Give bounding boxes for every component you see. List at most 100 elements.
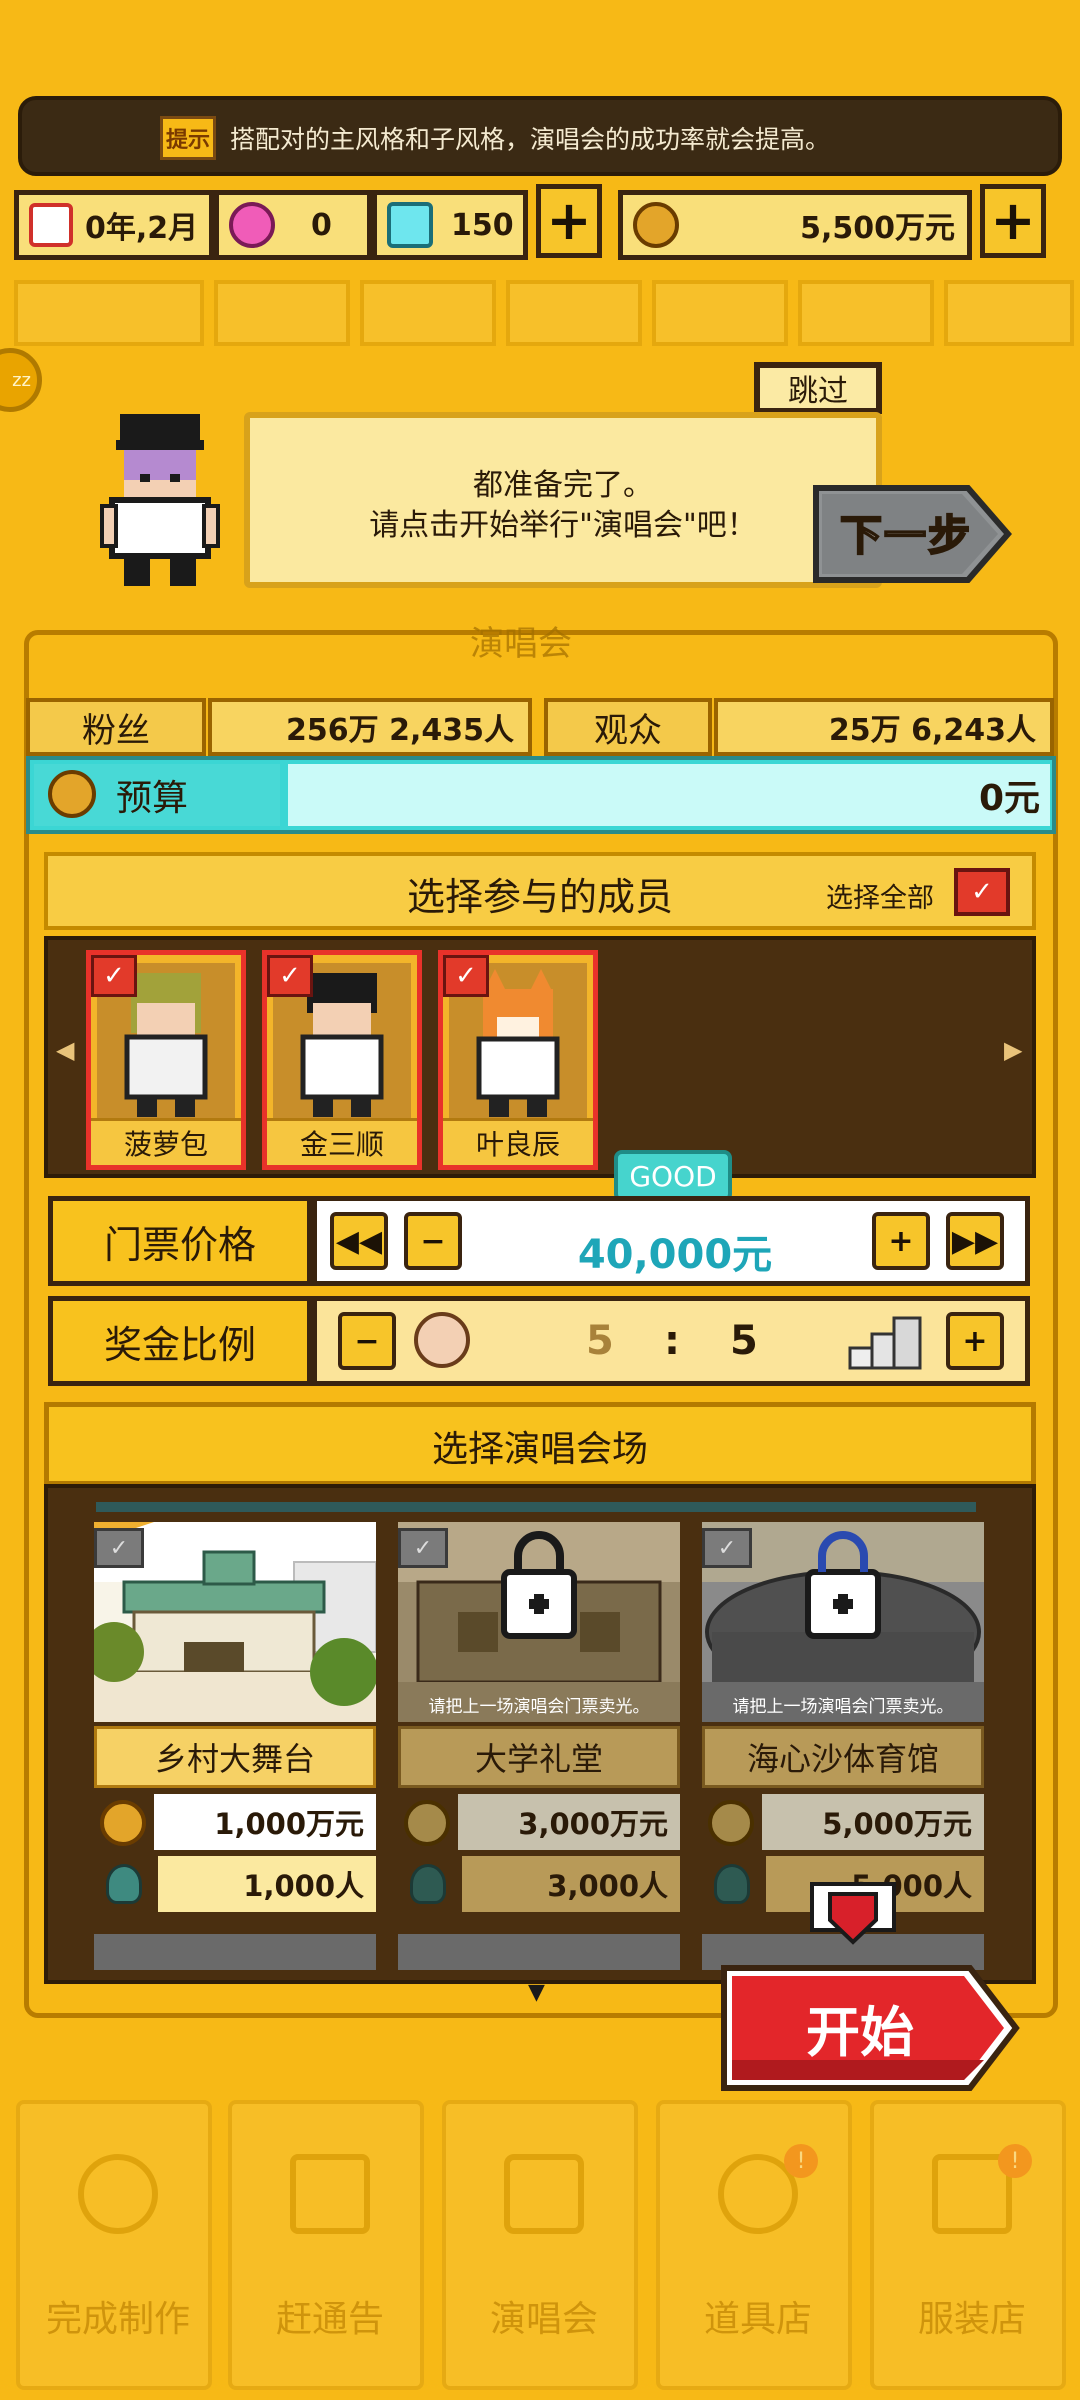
member-name: 叶良辰 [443,1118,593,1165]
bottom-nav: 完成制作 赶通告 演唱会 ! 道具店 ! 服装店 [0,2100,1080,2400]
money-amount: 5,500万元 [800,211,955,246]
calendar-icon [29,203,73,247]
audience-label: 观众 [544,698,712,756]
coin-icon [708,1800,754,1846]
venue-checkbox[interactable]: ✓ [702,1528,752,1568]
nav-finish-production[interactable]: 完成制作 [16,2100,212,2390]
blue-gem-icon [387,202,433,248]
bonus-ratio-label: 奖金比例 [48,1296,312,1386]
budget-label-box: 预算 [34,764,280,826]
tip-badge: 提示 [160,116,216,160]
select-all-label: 选择全部 [826,883,934,914]
coin-icon [404,1800,450,1846]
member-checkbox[interactable]: ✓ [91,955,137,997]
price-decrease-fast-button[interactable]: ◀◀ [330,1212,388,1270]
venue-card-partial [398,1934,680,1970]
calendar-icon [290,2154,370,2234]
dialog-line-2: 请点击开始举行"演唱会"吧！ [369,508,757,543]
venue-title: 选择演唱会场 [431,1429,648,1470]
pink-gem-display: 0 [214,190,372,260]
capacity-icon [410,1864,446,1904]
building-icon [848,1316,922,1370]
venue-cost: 5,000万元 [762,1794,984,1850]
add-money-button[interactable]: + [980,184,1046,258]
venue-card-partial [94,1934,376,1970]
dialog-line-1: 都准备完了。 [473,468,653,503]
venue-lock-text: 请把上一场演唱会门票卖光。 [428,1697,650,1717]
venue-checkbox[interactable]: ✓ [398,1528,448,1568]
fans-label: 粉丝 [26,698,206,756]
nav-label: 服装店 [917,2299,1026,2340]
start-button-label: 开始 [806,2001,914,2064]
capacity-icon [714,1864,750,1904]
nav-concert[interactable]: 演唱会 [442,2100,638,2390]
budget-value: 0元 [288,764,1050,826]
date-text: 0年,2月 [85,211,199,246]
venue-capacity: 3,000人 [462,1856,680,1912]
venue-checkbox[interactable]: ✓ [94,1528,144,1568]
ratio-decrease-button[interactable]: − [338,1312,396,1370]
panel-title: 演唱会 [470,624,572,664]
nav-label: 完成制作 [45,2299,190,2340]
add-gem-button[interactable]: + [536,184,602,258]
venue-card[interactable]: 请把上一场演唱会门票卖光。 ✓ 海心沙体育馆 5,000万元 5,000人 [702,1522,984,1918]
pink-gem-count: 0 [311,207,332,243]
venue-name: 海心沙体育馆 [702,1726,984,1788]
money-display: 5,500万元 [618,190,972,260]
ticket-price-label: 门票价格 [48,1196,312,1286]
venue-cost: 3,000万元 [458,1794,680,1850]
production-icon [78,2154,158,2234]
scroll-left-icon[interactable]: ◀ [56,1036,74,1064]
audience-value: 25万 6,243人 [714,698,1054,756]
sleep-icon: zz [0,348,42,412]
venue-capacity: 1,000人 [158,1856,376,1912]
nav-label: 道具店 [703,2299,812,2340]
venue-card[interactable]: ✓ 乡村大舞台 1,000万元 1,000人 [94,1522,376,1918]
nav-label: 赶通告 [275,2299,384,2340]
venue-name: 乡村大舞台 [94,1726,376,1788]
member-name: 菠萝包 [91,1118,241,1165]
venue-cost: 1,000万元 [154,1794,376,1850]
notification-dot: ! [784,2144,818,2178]
blue-gem-count: 150 [451,207,514,243]
coin-icon [48,770,96,818]
price-increase-button[interactable]: + [872,1212,930,1270]
price-decrease-button[interactable]: − [404,1212,462,1270]
nav-item-shop[interactable]: ! 道具店 [656,2100,852,2390]
faded-menu-row [14,280,1074,350]
date-display: 0年,2月 [14,190,214,260]
member-card[interactable]: ✓ 叶良辰 [438,950,598,1170]
tip-text: 搭配对的主风格和子风格，演唱会的成功率就会提高。 [230,125,831,154]
member-face-icon [414,1312,470,1368]
ratio-member-value: 5 [586,1318,614,1364]
blue-gem-display: 150 [372,190,528,260]
venue-lock-text: 请把上一场演唱会门票卖光。 [732,1697,954,1717]
price-increase-fast-button[interactable]: ▶▶ [946,1212,1004,1270]
nav-schedule[interactable]: 赶通告 [228,2100,424,2390]
member-card[interactable]: ✓ 金三顺 [262,950,422,1170]
member-checkbox[interactable]: ✓ [443,955,489,997]
capacity-icon [106,1864,142,1904]
coin-icon [100,1800,146,1846]
ratio-company-value: 5 [730,1318,758,1364]
venue-card[interactable]: 请把上一场演唱会门票卖光。 ✓ 大学礼堂 3,000万元 3,000人 [398,1522,680,1918]
venue-scroll-track [96,1502,976,1512]
member-name: 金三顺 [267,1118,417,1165]
nav-label: 演唱会 [489,2299,598,2340]
member-card[interactable]: ✓ 菠萝包 [86,950,246,1170]
scroll-right-icon[interactable]: ▶ [1004,1036,1022,1064]
fans-value: 256万 2,435人 [208,698,532,756]
scroll-down-icon[interactable]: ▼ [528,1980,545,2005]
ratio-increase-button[interactable]: + [946,1312,1004,1370]
manager-character [100,414,220,586]
select-all-checkbox[interactable]: ✓ [954,868,1010,916]
stage-icon [504,2154,584,2234]
nav-clothing-shop[interactable]: ! 服装店 [870,2100,1066,2390]
tutorial-pointer-icon [810,1882,896,1945]
ratio-separator: : [664,1318,680,1364]
notification-dot: ! [998,2144,1032,2178]
next-button-label: 下一步 [839,510,973,561]
member-checkbox[interactable]: ✓ [267,955,313,997]
coin-icon [633,202,679,248]
skip-button[interactable]: 跳过 [754,362,882,414]
